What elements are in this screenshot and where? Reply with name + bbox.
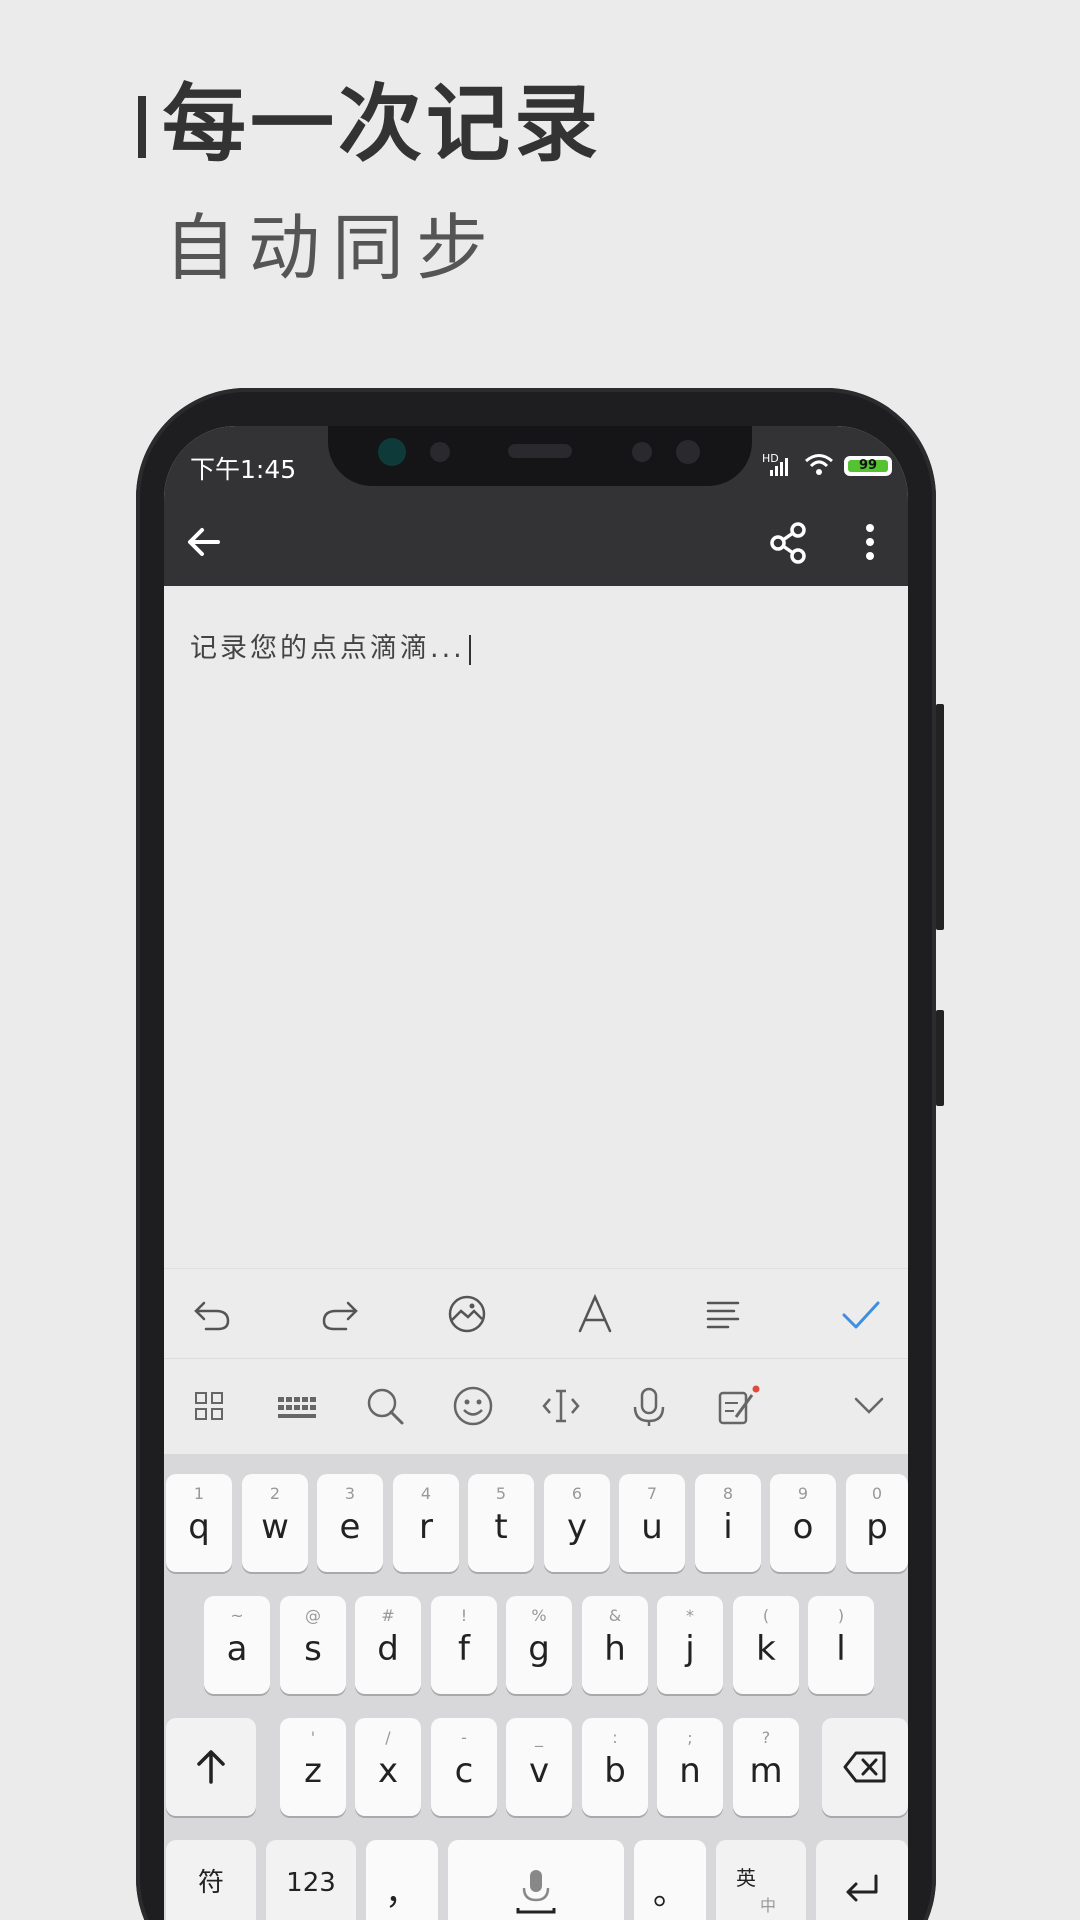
camera-notch bbox=[328, 426, 752, 486]
key-k[interactable]: (k bbox=[733, 1596, 799, 1694]
comma-key[interactable]: ， bbox=[366, 1840, 438, 1920]
redo-icon[interactable] bbox=[314, 1289, 364, 1339]
wifi-icon bbox=[805, 454, 833, 475]
editor-input[interactable]: 记录您的点点滴滴... bbox=[190, 626, 471, 665]
handwriting-icon[interactable] bbox=[712, 1381, 762, 1431]
key-d[interactable]: # d bbox=[355, 1596, 421, 1694]
cellular-signal-icon bbox=[770, 458, 788, 476]
sensor-icon bbox=[430, 442, 450, 462]
voice-input-icon bbox=[516, 1870, 556, 1914]
key-l[interactable]: ) l bbox=[808, 1596, 874, 1694]
key-z[interactable]: ' z bbox=[280, 1718, 346, 1816]
collapse-chevron-icon[interactable] bbox=[844, 1381, 894, 1431]
emoji-icon[interactable] bbox=[448, 1381, 498, 1431]
enter-icon bbox=[846, 1874, 878, 1902]
back-arrow-icon[interactable] bbox=[184, 522, 224, 562]
more-vertical-icon[interactable] bbox=[862, 522, 878, 562]
promo-subtitle: 自动同步 bbox=[164, 206, 501, 290]
key-r[interactable]: 4r bbox=[393, 1474, 459, 1572]
font-icon[interactable] bbox=[570, 1289, 620, 1339]
key-s[interactable]: @ s bbox=[280, 1596, 346, 1694]
language-switch-key[interactable]: 英 中 bbox=[716, 1840, 806, 1920]
promo-accent-bar bbox=[138, 96, 146, 158]
text-caret bbox=[468, 634, 471, 665]
format-toolbar bbox=[164, 1268, 908, 1358]
earpiece-speaker bbox=[508, 444, 572, 458]
volume-button bbox=[936, 704, 944, 930]
key-u[interactable]: 7u bbox=[619, 1474, 685, 1572]
key-e[interactable]: 3e bbox=[317, 1474, 383, 1572]
key-p[interactable]: 0p bbox=[846, 1474, 908, 1572]
shift-arrow-icon bbox=[197, 1750, 225, 1784]
undo-icon[interactable] bbox=[188, 1289, 238, 1339]
key-q[interactable]: 1q bbox=[166, 1474, 232, 1572]
power-button bbox=[936, 1010, 944, 1106]
key-w[interactable]: 2w bbox=[242, 1474, 308, 1572]
backspace-key[interactable] bbox=[822, 1718, 908, 1816]
battery-level: 99 bbox=[848, 459, 888, 472]
key-f[interactable]: ! f bbox=[431, 1596, 497, 1694]
share-icon[interactable] bbox=[768, 522, 808, 564]
key-i[interactable]: 8i bbox=[695, 1474, 761, 1572]
soft-keyboard: 1q 2w 3e 4r 5t 6y 7u 8i 9o 0p ~ a @ s # d !… bbox=[164, 1454, 908, 1920]
cursor-icon[interactable] bbox=[536, 1381, 586, 1431]
image-icon[interactable] bbox=[442, 1289, 492, 1339]
editor-placeholder: 记录您的点点滴滴... bbox=[190, 633, 465, 664]
enter-key[interactable] bbox=[816, 1840, 908, 1920]
battery-icon: 99 bbox=[844, 456, 892, 476]
key-h[interactable]: & h bbox=[582, 1596, 648, 1694]
key-c[interactable]: -c bbox=[431, 1718, 497, 1816]
key-n[interactable]: ; n bbox=[657, 1718, 723, 1816]
ime-toolbar bbox=[164, 1358, 908, 1454]
sensor-icon bbox=[676, 440, 700, 464]
key-t[interactable]: 5t bbox=[468, 1474, 534, 1572]
check-icon[interactable] bbox=[836, 1289, 886, 1339]
key-y[interactable]: 6y bbox=[544, 1474, 610, 1572]
search-icon[interactable] bbox=[360, 1381, 410, 1431]
key-j[interactable]: * j bbox=[657, 1596, 723, 1694]
key-g[interactable]: % g bbox=[506, 1596, 572, 1694]
status-time: 下午1:45 bbox=[190, 455, 297, 484]
key-m[interactable]: ? m bbox=[733, 1718, 799, 1816]
key-v[interactable]: _ v bbox=[506, 1718, 572, 1816]
key-a[interactable]: ~ a bbox=[204, 1596, 270, 1694]
numbers-key[interactable]: 123 bbox=[266, 1840, 356, 1920]
key-b[interactable]: :b bbox=[582, 1718, 648, 1816]
period-key[interactable]: 。 bbox=[634, 1840, 706, 1920]
backspace-icon bbox=[843, 1751, 886, 1783]
key-x[interactable]: / x bbox=[355, 1718, 421, 1816]
align-icon[interactable] bbox=[698, 1289, 748, 1339]
note-editor[interactable]: 记录您的点点滴滴... bbox=[164, 586, 908, 1218]
space-key[interactable] bbox=[448, 1840, 624, 1920]
sensor-icon bbox=[632, 442, 652, 462]
symbols-key[interactable]: 符 bbox=[166, 1840, 256, 1920]
promo-title: 每一次记录 bbox=[162, 75, 603, 173]
shift-key[interactable] bbox=[166, 1718, 256, 1816]
grid-icon[interactable] bbox=[184, 1381, 234, 1431]
app-header: 下午1:45 HD 99 bbox=[164, 426, 908, 586]
keyboard-icon[interactable] bbox=[272, 1381, 322, 1431]
key-o[interactable]: 9o bbox=[770, 1474, 836, 1572]
front-camera-icon bbox=[378, 438, 406, 466]
microphone-icon[interactable] bbox=[624, 1381, 674, 1431]
phone-screen: 下午1:45 HD 99 记录您的点点滴滴... 1 q 2 w 3 e 4 r… bbox=[164, 426, 908, 1920]
